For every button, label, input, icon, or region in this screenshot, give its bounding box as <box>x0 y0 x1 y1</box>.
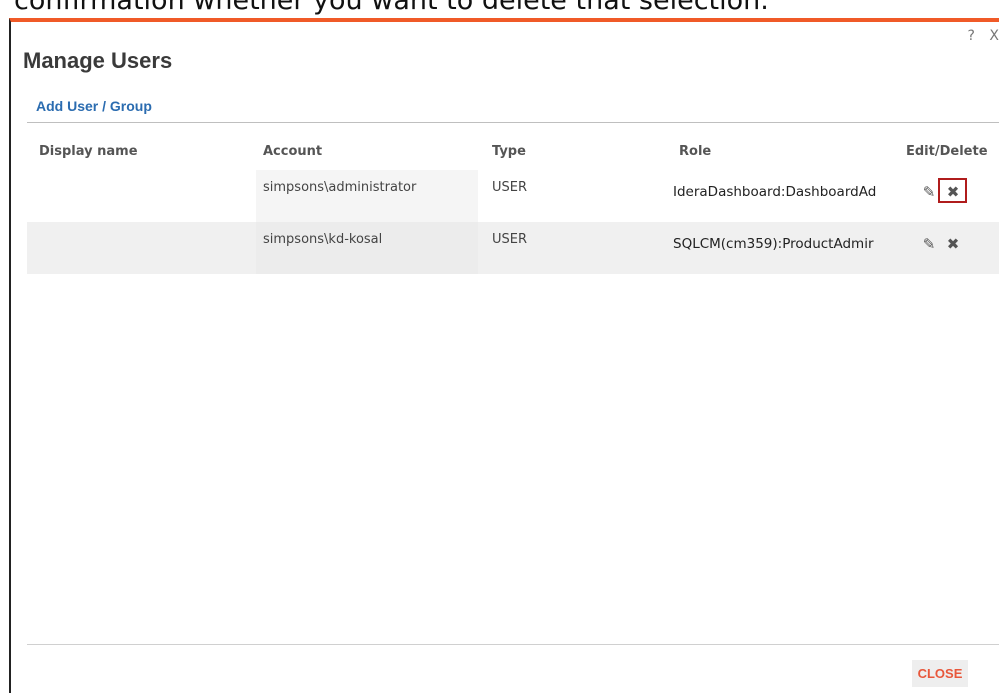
table-row[interactable]: simpsons\administrator USER IderaDashboa… <box>27 170 999 222</box>
table-row[interactable]: simpsons\kd-kosal USER SQLCM(cm359):Prod… <box>27 222 999 274</box>
type-cell: USER <box>492 180 528 195</box>
pencil-icon[interactable]: ✎ <box>919 234 939 254</box>
close-button[interactable]: CLOSE <box>912 660 968 687</box>
role-cell: IderaDashboard:DashboardAd <box>673 184 877 200</box>
header-divider <box>27 122 999 123</box>
pencil-icon[interactable]: ✎ <box>919 182 939 202</box>
help-icon[interactable]: ? <box>968 28 975 44</box>
manage-users-dialog: ? X Manage Users Add User / Group Displa… <box>9 18 999 693</box>
column-header-type[interactable]: Type <box>492 144 526 159</box>
account-cell: simpsons\administrator <box>263 180 417 195</box>
window-controls: ? X <box>958 28 999 44</box>
users-table: Display name Account Type Role Edit/Dele… <box>27 134 999 274</box>
account-cell: simpsons\kd-kosal <box>263 232 383 247</box>
document-caption-text: confirmation whether you want to delete … <box>14 0 769 16</box>
add-user-group-link[interactable]: Add User / Group <box>36 98 152 114</box>
type-cell: USER <box>492 232 528 247</box>
column-header-role[interactable]: Role <box>679 144 711 159</box>
account-cell-background <box>256 170 478 222</box>
x-icon[interactable]: ✖ <box>943 182 963 202</box>
table-header: Display name Account Type Role Edit/Dele… <box>27 134 999 170</box>
close-icon[interactable]: X <box>989 28 999 44</box>
role-cell: SQLCM(cm359):ProductAdmir <box>673 236 874 252</box>
column-header-edit-delete: Edit/Delete <box>906 144 988 159</box>
column-header-account[interactable]: Account <box>263 144 322 159</box>
x-icon[interactable]: ✖ <box>943 234 963 254</box>
column-header-display-name[interactable]: Display name <box>39 144 138 159</box>
account-cell-background <box>256 222 478 274</box>
footer-divider <box>27 644 999 645</box>
dialog-title: Manage Users <box>23 48 173 73</box>
